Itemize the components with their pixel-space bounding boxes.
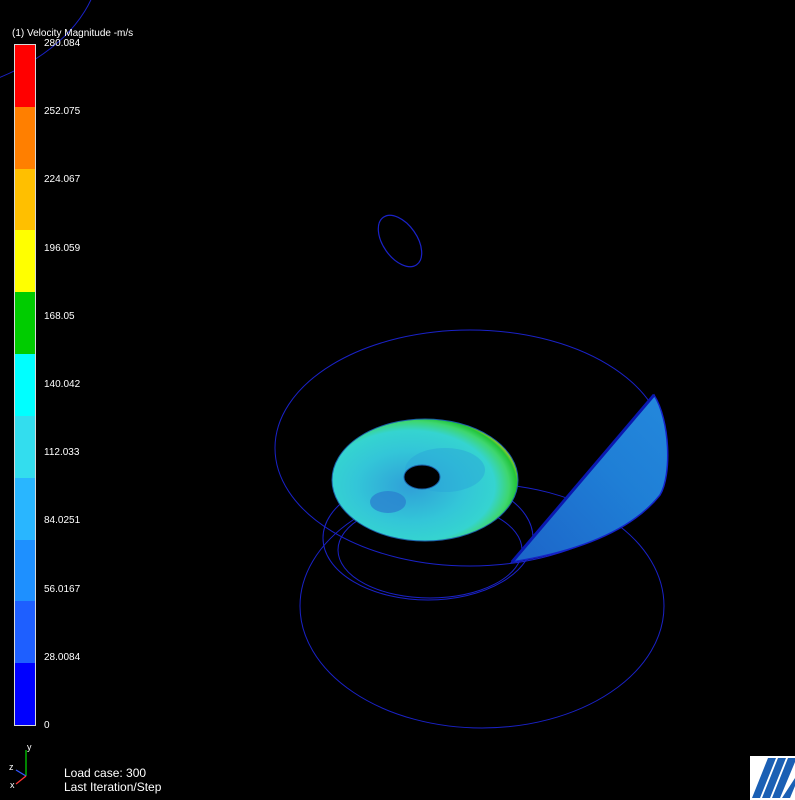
- legend-tick-label: 28.0084: [44, 651, 81, 663]
- color-legend-bar: [14, 44, 36, 726]
- legend-color-segment: [15, 477, 35, 540]
- legend-tick-labels: 280.084 252.075 224.067 196.059 168.05 140.04…: [44, 39, 124, 731]
- legend-tick-label: 280.084: [44, 38, 81, 49]
- legend-color-segment: [15, 354, 35, 416]
- legend-tick-label: 0: [44, 720, 50, 731]
- legend-color-segment: [15, 45, 35, 107]
- disc-low-velocity-patch: [370, 491, 406, 513]
- iteration-step-label: Last Iteration/Step: [64, 780, 162, 794]
- legend-tick-label: 196.059: [44, 242, 81, 254]
- legend-color-segment: [15, 663, 35, 725]
- legend-color-segment: [15, 601, 35, 664]
- axis-triad-icon: y z x: [9, 742, 32, 790]
- legend-color-segment: [15, 106, 35, 169]
- vendor-logo-icon: [750, 756, 795, 800]
- status-info: Load case: 300 Last Iteration/Step: [64, 766, 161, 794]
- legend-color-segment: [15, 230, 35, 293]
- legend-color-segment: [15, 292, 35, 355]
- legend-tick-label: 140.042: [44, 379, 81, 390]
- legend-tick-label: 252.075: [44, 106, 81, 118]
- legend-tick-label: 224.067: [44, 174, 81, 186]
- legend-color-segment: [15, 415, 35, 478]
- legend-color-segment: [15, 539, 35, 602]
- load-case-label: Load case: 300: [64, 766, 147, 780]
- legend-color-segment: [15, 168, 35, 231]
- triad-y-label: y: [27, 742, 32, 752]
- legend-tick-label: 112.033: [44, 447, 80, 459]
- legend-tick-label: 56.0167: [44, 583, 81, 595]
- legend-tick-label: 168.05: [44, 310, 75, 322]
- graphics-viewport[interactable]: (1) Velocity Magnitude -m/s 280.084 252.0…: [0, 0, 795, 800]
- inlet-ring: [377, 214, 423, 268]
- disc-hub-hole: [403, 464, 441, 490]
- section-plane: [510, 393, 669, 564]
- triad-z-label: z: [9, 762, 14, 772]
- triad-x-label: x: [10, 780, 15, 790]
- legend-tick-label: 84.0251: [44, 515, 81, 527]
